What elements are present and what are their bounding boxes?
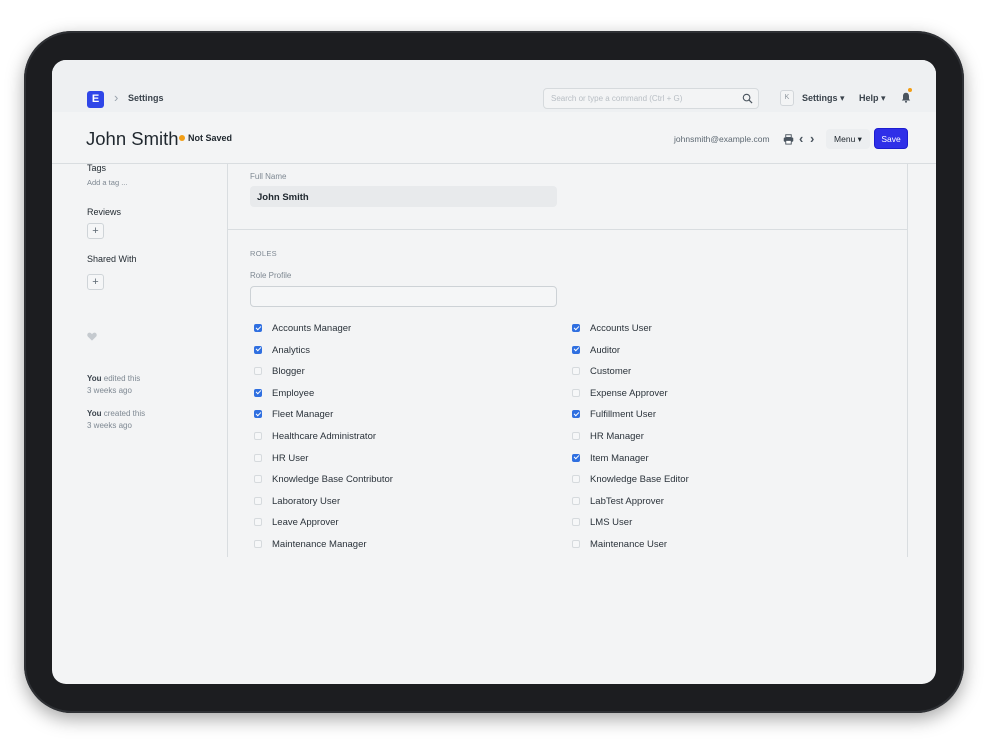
role-label: Healthcare Administrator [272,431,377,442]
app-logo[interactable]: E [87,91,104,108]
timeline-created-when: 3 weeks ago [87,421,132,430]
search-input[interactable]: Search or type a command (Ctrl + G) [543,88,759,109]
status-badge: Not Saved [188,133,233,143]
role-label: Fleet Manager [272,409,334,421]
plus-icon: + [92,276,99,288]
print-icon[interactable] [783,134,794,145]
notification-dot [908,88,912,92]
role-label: Maintenance Manager [272,539,367,550]
user-avatar[interactable]: K [780,90,794,106]
heart-icon[interactable] [87,332,97,341]
section-divider [227,229,908,230]
full-name-field[interactable]: John Smith [250,186,557,207]
role-label: Employee [272,387,315,399]
checkbox-unchecked[interactable] [254,367,262,376]
timeline-edited-who: You [87,374,102,383]
role-label: Customer [590,366,632,378]
checkbox-unchecked[interactable] [572,540,580,548]
role-label: Blogger [272,366,305,378]
checkbox-checked[interactable] [254,410,262,419]
checkbox-unchecked[interactable] [572,475,580,484]
timeline-created: You created this 3 weeks ago [87,408,145,432]
search-placeholder: Search or type a command (Ctrl + G) [551,94,683,103]
roles-section-title: ROLES [250,249,277,258]
add-tag-link[interactable]: Add a tag ... [87,178,127,187]
checkbox-checked[interactable] [254,345,262,354]
role-label: Leave Approver [272,517,339,529]
checkbox-checked[interactable] [572,345,580,354]
role-label: Fulfillment User [590,409,656,421]
role-label: Auditor [590,344,621,356]
role-label: Expense Approver [590,387,668,399]
role-label: Knowledge Base Editor [590,474,689,486]
role-label: Knowledge Base Contributor [272,474,393,486]
add-share-button[interactable]: + [87,274,104,290]
menu-button[interactable]: Menu ▾ [826,129,870,149]
checkbox-unchecked[interactable] [254,518,262,527]
checkbox-checked[interactable] [572,324,580,332]
user-email: johnsmith@example.com [674,134,770,144]
chevron-right-icon: › [114,90,119,105]
timeline-created-who: You [87,409,102,418]
role-label: Accounts User [590,323,652,334]
app-screen: E › Settings Search or type a command (C… [52,60,936,684]
role-label: Maintenance User [590,539,668,550]
role-label: LabTest Approver [590,495,664,507]
role-label: Analytics [272,344,311,356]
role-profile-field[interactable] [250,286,557,307]
checkbox-unchecked[interactable] [572,432,580,440]
tags-label: Tags [87,163,107,173]
chevron-right-icon[interactable]: › [810,131,814,146]
checkbox-unchecked[interactable] [254,496,262,505]
checkbox-unchecked[interactable] [572,496,580,505]
full-name-label: Full Name [250,172,287,181]
checkbox-checked[interactable] [572,410,580,419]
checkbox-unchecked[interactable] [572,388,580,397]
role-label: LMS User [590,517,633,529]
timeline-edited-text: edited this [103,374,141,383]
add-review-button[interactable]: + [87,223,104,239]
role-label: HR Manager [590,431,644,442]
chevron-left-icon[interactable]: ‹ [799,131,803,146]
checkbox-unchecked[interactable] [254,540,262,548]
search-icon [742,93,753,104]
page-title: John Smith [86,128,179,149]
bell-icon[interactable] [901,92,911,103]
reviews-label: Reviews [87,207,122,217]
form-border-left [227,164,228,557]
navbar: E › Settings Search or type a command (C… [52,60,936,112]
checkbox-unchecked[interactable] [254,475,262,484]
settings-dropdown[interactable]: Settings ▾ [802,93,845,104]
timeline-edited-when: 3 weeks ago [87,386,132,395]
role-profile-label: Role Profile [250,271,292,280]
checkbox-checked[interactable] [254,388,262,397]
checkbox-unchecked[interactable] [254,432,262,440]
timeline-created-text: created this [103,409,146,418]
role-label: HR User [272,452,309,464]
shared-with-label: Shared With [87,254,137,264]
role-label: Item Manager [590,452,649,464]
checkbox-checked[interactable] [572,453,580,462]
role-label: Laboratory User [272,495,341,507]
timeline-edited: You edited this 3 weeks ago [87,373,140,397]
save-button[interactable]: Save [874,128,908,149]
help-dropdown[interactable]: Help ▾ [859,93,886,104]
checkbox-unchecked[interactable] [254,453,262,462]
checkbox-unchecked[interactable] [572,518,580,527]
plus-icon: + [92,225,99,237]
form-border-right [907,164,908,557]
checkbox-checked[interactable] [254,324,262,332]
checkbox-unchecked[interactable] [572,367,580,376]
role-label: Accounts Manager [272,323,352,334]
header-divider [52,163,936,164]
breadcrumb-settings[interactable]: Settings [128,93,164,103]
status-indicator [179,135,185,141]
